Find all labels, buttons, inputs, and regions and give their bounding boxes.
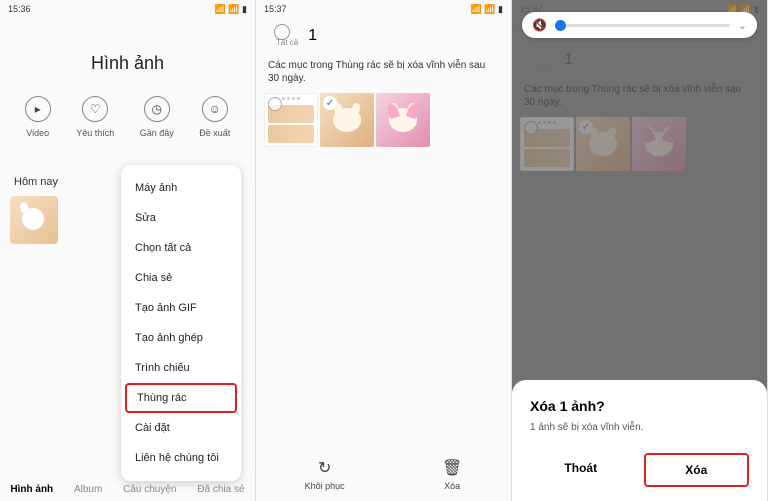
heart-icon: ♡ [82, 96, 108, 122]
screen-delete-confirm: 15:37 📶 📶 ▮ Tất cả 1 Các mục trong Thùng… [512, 0, 768, 501]
select-all-label: Tất cả [276, 38, 298, 47]
dialog-title: Xóa 1 ảnh? [530, 398, 749, 414]
smile-icon: ☺ [202, 96, 228, 122]
restore-icon: ↻ [318, 458, 331, 478]
photo-thumbnail[interactable] [10, 196, 58, 244]
status-time: 15:37 [264, 4, 287, 14]
delete-button[interactable]: 🗑 Xóa [442, 458, 462, 491]
bottom-tabs: Hình ảnh Album Câu chuyện Đã chia sẻ [0, 484, 255, 495]
tab-photos[interactable]: Hình ảnh [10, 484, 53, 495]
cancel-button[interactable]: Thoát [530, 453, 632, 487]
menu-trash[interactable]: Thùng rác [125, 383, 237, 413]
menu-settings[interactable]: Cài đặt [121, 413, 241, 443]
action-recent[interactable]: ◷ Gần đây [140, 96, 174, 138]
volume-slider[interactable]: 🔇 ⌄ [522, 12, 757, 38]
action-video[interactable]: ▸ Video [25, 96, 51, 138]
selection-header: Tất cả 1 [256, 18, 511, 53]
menu-share[interactable]: Chia sẻ [121, 263, 241, 293]
restore-button[interactable]: ↻ Khôi phục [305, 458, 345, 491]
tab-shared[interactable]: Đã chia sẻ [197, 484, 244, 495]
check-icon[interactable] [268, 97, 282, 111]
page-title: Hình ảnh [0, 53, 255, 74]
status-time: 15:36 [8, 4, 31, 14]
thumbnails-row: ✓ [256, 91, 511, 149]
bottom-actions: ↻ Khôi phục 🗑 Xóa [256, 458, 511, 491]
delete-dialog: Xóa 1 ảnh? 1 ảnh sẽ bị xóa vĩnh viễn. Th… [512, 380, 767, 501]
action-suggest[interactable]: ☺ Đề xuất [199, 96, 230, 138]
menu-edit[interactable]: Sửa [121, 203, 241, 233]
action-label: Video [26, 128, 49, 138]
selection-count: 1 [308, 27, 317, 45]
thumbnail-pink[interactable] [376, 93, 430, 147]
screen-gallery: 15:36 📶 📶 ▮ Hình ảnh ▸ Video ♡ Yêu thích ◷… [0, 0, 256, 501]
screen-trash-select: 15:37 📶 📶 ▮ Tất cả 1 Các mục trong Thùng… [256, 0, 512, 501]
volume-thumb[interactable] [555, 20, 566, 31]
dialog-message: 1 ảnh sẽ bị xóa vĩnh viễn. [530, 422, 749, 433]
clock-icon: ◷ [144, 96, 170, 122]
speaker-mute-icon: 🔇 [532, 18, 547, 32]
action-label: Yêu thích [76, 128, 114, 138]
chevron-down-icon[interactable]: ⌄ [738, 19, 747, 32]
thumbnail-cat[interactable]: ✓ [320, 93, 374, 147]
confirm-delete-button[interactable]: Xóa [644, 453, 750, 487]
trash-icon: 🗑 [442, 458, 462, 478]
menu-select-all[interactable]: Chọn tất cả [121, 233, 241, 263]
action-favorite[interactable]: ♡ Yêu thích [76, 96, 114, 138]
menu-camera[interactable]: Máy ảnh [121, 173, 241, 203]
menu-slideshow[interactable]: Trình chiếu [121, 353, 241, 383]
menu-gif[interactable]: Tạo ảnh GIF [121, 293, 241, 323]
status-icons: 📶 📶 ▮ [215, 4, 247, 15]
quick-actions-row: ▸ Video ♡ Yêu thích ◷ Gần đây ☺ Đề xuất [0, 96, 255, 138]
tab-albums[interactable]: Album [74, 484, 102, 495]
dialog-buttons: Thoát Xóa [530, 453, 749, 487]
trash-notice: Các mục trong Thùng rác sẽ bị xóa vĩnh v… [256, 53, 511, 91]
status-bar: 15:37 📶 📶 ▮ [256, 0, 511, 18]
video-icon: ▸ [25, 96, 51, 122]
status-icons: 📶 📶 ▮ [471, 4, 503, 15]
thumbnail-collage[interactable] [264, 93, 318, 147]
restore-label: Khôi phục [305, 481, 345, 491]
delete-label: Xóa [444, 481, 460, 491]
status-bar: 15:36 📶 📶 ▮ [0, 0, 255, 18]
action-label: Gần đây [140, 128, 174, 138]
menu-contact[interactable]: Liên hệ chúng tôi [121, 443, 241, 473]
tab-stories[interactable]: Câu chuyện [123, 484, 176, 495]
menu-collage[interactable]: Tạo ảnh ghép [121, 323, 241, 353]
overflow-menu: Máy ảnh Sửa Chọn tất cả Chia sẻ Tạo ảnh … [121, 165, 241, 481]
action-label: Đề xuất [199, 128, 230, 138]
volume-track[interactable] [555, 24, 730, 27]
